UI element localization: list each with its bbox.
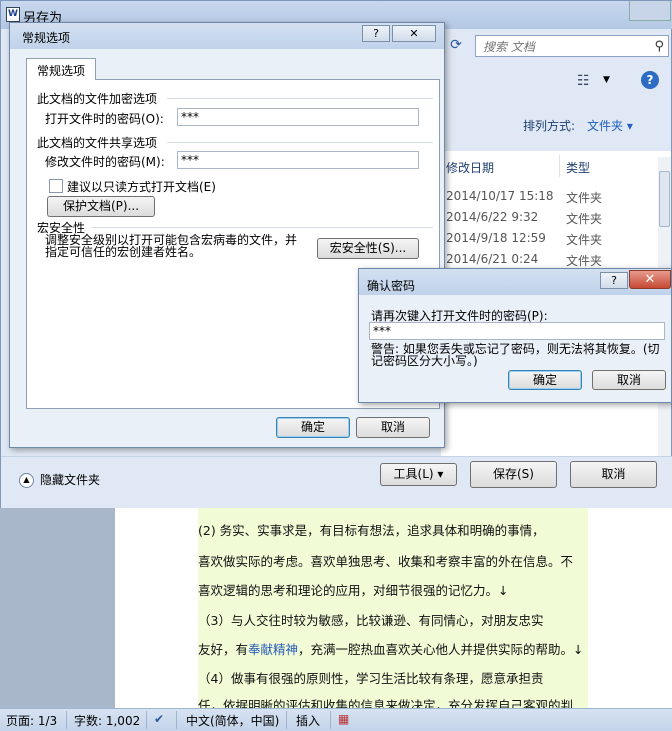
ok-button[interactable]: 确定 xyxy=(508,370,582,390)
confirm-password-field[interactable] xyxy=(369,322,665,340)
file-type: 文件夹 xyxy=(566,191,603,205)
group-divider xyxy=(91,227,433,228)
view-options-icon[interactable]: ☷ xyxy=(577,73,590,89)
close-button[interactable]: ✕ xyxy=(629,270,671,289)
proofing-icon[interactable]: ✔ xyxy=(154,712,164,726)
language-indicator[interactable]: 中文(简体，中国) xyxy=(186,712,279,729)
doc-text: 喜欢做实际的考虑。喜欢单独思考、收集和考察丰富的外在信息。不 xyxy=(198,554,574,569)
help-button[interactable]: ? xyxy=(600,272,628,289)
doc-text: （4）做事有很强的原则性，学习生活比较有条理，愿意承担责 xyxy=(198,671,544,686)
file-date: 2014/6/22 9:32 xyxy=(446,210,539,224)
file-date: 2014/10/17 15:18 xyxy=(446,189,554,203)
search-icon[interactable]: ⚲ xyxy=(654,39,664,54)
column-divider[interactable] xyxy=(559,155,560,177)
page-count[interactable]: 页面: 1/3 xyxy=(6,712,57,729)
doc-link-text: 奉献精神 xyxy=(248,642,299,657)
doc-text: 喜欢逻辑的思考和理论的应用，对细节很强的记忆力。↓ xyxy=(198,583,509,598)
dialog-titlebar[interactable]: 常规选项 ? ✕ xyxy=(10,23,444,49)
doc-text: (2) 务实、实事求是，有目标有想法，追求具体和明确的事情， xyxy=(198,523,545,538)
status-divider xyxy=(146,711,147,729)
cancel-button[interactable]: 取消 xyxy=(592,370,666,390)
hide-folders-label: 隐藏文件夹 xyxy=(40,473,101,487)
encrypt-group-title: 此文档的文件加密选项 xyxy=(37,92,158,106)
doc-line-1: (2) 务实、实事求是，有目标有想法，追求具体和明确的事情， xyxy=(198,520,598,539)
word-count[interactable]: 字数: 1,002 xyxy=(74,712,140,729)
cancel-button[interactable]: 取消 xyxy=(570,461,657,488)
doc-line-4: （3）与人交往时较为敏感，比较谦逊、有同情心，对朋友忠实 xyxy=(198,610,598,629)
macro-record-icon[interactable]: ▦ xyxy=(338,712,349,726)
modify-password-label: 修改文件时的密码(M): xyxy=(45,155,165,169)
search-input[interactable] xyxy=(481,39,645,55)
readonly-label: 建议以只读方式打开文档(E) xyxy=(67,180,216,194)
status-bar: 页面: 1/3 字数: 1,002 ✔ 中文(简体，中国) 插入 ▦ xyxy=(0,708,672,731)
refresh-icon[interactable]: ⟳ xyxy=(445,37,467,57)
file-type: 文件夹 xyxy=(566,212,603,226)
save-button[interactable]: 保存(S) xyxy=(470,461,557,488)
word-icon: W xyxy=(6,7,20,22)
arrange-by-label: 排列方式: xyxy=(523,119,576,133)
open-password-label: 打开文件时的密码(O): xyxy=(45,112,164,126)
doc-line-3: 喜欢逻辑的思考和理论的应用，对细节很强的记忆力。↓ xyxy=(198,580,598,599)
doc-text: （3）与人交往时较为敏感，比较谦逊、有同情心，对朋友忠实 xyxy=(198,613,544,628)
group-divider xyxy=(167,98,433,99)
readonly-checkbox[interactable] xyxy=(49,179,63,193)
file-row[interactable]: 2014/9/18 12:59 文件夹 xyxy=(441,229,661,250)
file-row[interactable]: 2014/10/17 15:18 文件夹 xyxy=(441,187,661,208)
doc-text: 友好，有 xyxy=(198,642,249,657)
chevron-up-icon: ▲ xyxy=(19,473,34,488)
close-button[interactable] xyxy=(629,1,671,21)
scrollbar-thumb[interactable] xyxy=(659,171,670,227)
column-modified-date[interactable]: 修改日期 xyxy=(446,159,494,176)
chevron-down-icon[interactable]: ▼ xyxy=(603,75,610,85)
column-type[interactable]: 类型 xyxy=(566,159,590,176)
search-box[interactable]: ⚲ xyxy=(475,35,669,57)
file-date: 2014/6/21 0:24 xyxy=(446,252,539,266)
close-button[interactable]: ✕ xyxy=(392,25,436,42)
group-divider xyxy=(167,142,433,143)
dialog-titlebar[interactable]: 确认密码 ? ✕ xyxy=(359,269,671,295)
hide-folders-toggle[interactable]: ▲ 隐藏文件夹 xyxy=(19,471,100,488)
macro-description: 调整安全级别以打开可能包含宏病毒的文件，并指定可信任的宏创建者姓名。 xyxy=(45,233,298,259)
doc-line-6: （4）做事有很强的原则性，学习生活比较有条理，愿意承担责 xyxy=(198,668,598,687)
arrange-by-dropdown[interactable]: 文件夹 ▾ xyxy=(587,117,633,134)
password-warning: 警告: 如果您丢失或忘记了密码，则无法将其恢复。(切记密码区分大小写。) xyxy=(371,342,660,368)
tools-button[interactable]: 工具(L) ▾ xyxy=(380,463,457,486)
modify-password-field[interactable] xyxy=(177,151,419,169)
status-divider xyxy=(66,711,67,729)
protect-document-button[interactable]: 保护文档(P)... xyxy=(47,196,155,217)
file-date: 2014/9/18 12:59 xyxy=(446,231,546,245)
share-group-title: 此文档的文件共享选项 xyxy=(37,136,158,150)
insert-mode[interactable]: 插入 xyxy=(296,712,320,729)
doc-text: ，充满一腔热血喜欢关心他人并提供实际的帮助。↓ xyxy=(298,642,584,657)
tab-label: 常规选项 xyxy=(37,64,86,78)
status-divider xyxy=(176,711,177,729)
doc-line-5: 友好，有奉献精神，充满一腔热血喜欢关心他人并提供实际的帮助。↓ xyxy=(198,639,598,658)
file-type: 文件夹 xyxy=(566,254,603,268)
dialog-title: 常规选项 xyxy=(22,31,71,45)
dialog-title: 确认密码 xyxy=(367,279,416,293)
status-divider xyxy=(330,711,331,729)
confirm-password-dialog: 确认密码 ? ✕ 请再次键入打开文件时的密码(P): 警告: 如果您丢失或忘记了… xyxy=(358,268,672,403)
macro-security-button[interactable]: 宏安全性(S)... xyxy=(317,238,419,259)
ok-button[interactable]: 确定 xyxy=(276,417,350,438)
status-divider xyxy=(286,711,287,729)
open-password-field[interactable] xyxy=(177,108,419,126)
tab-general-options[interactable]: 常规选项 xyxy=(26,58,96,80)
help-icon[interactable]: ? xyxy=(641,71,659,89)
file-row[interactable]: 2014/6/22 9:32 文件夹 xyxy=(441,208,661,229)
doc-line-2: 喜欢做实际的考虑。喜欢单独思考、收集和考察丰富的外在信息。不 xyxy=(198,551,598,570)
cancel-button[interactable]: 取消 xyxy=(356,417,430,438)
file-type: 文件夹 xyxy=(566,233,603,247)
help-button[interactable]: ? xyxy=(362,25,390,42)
